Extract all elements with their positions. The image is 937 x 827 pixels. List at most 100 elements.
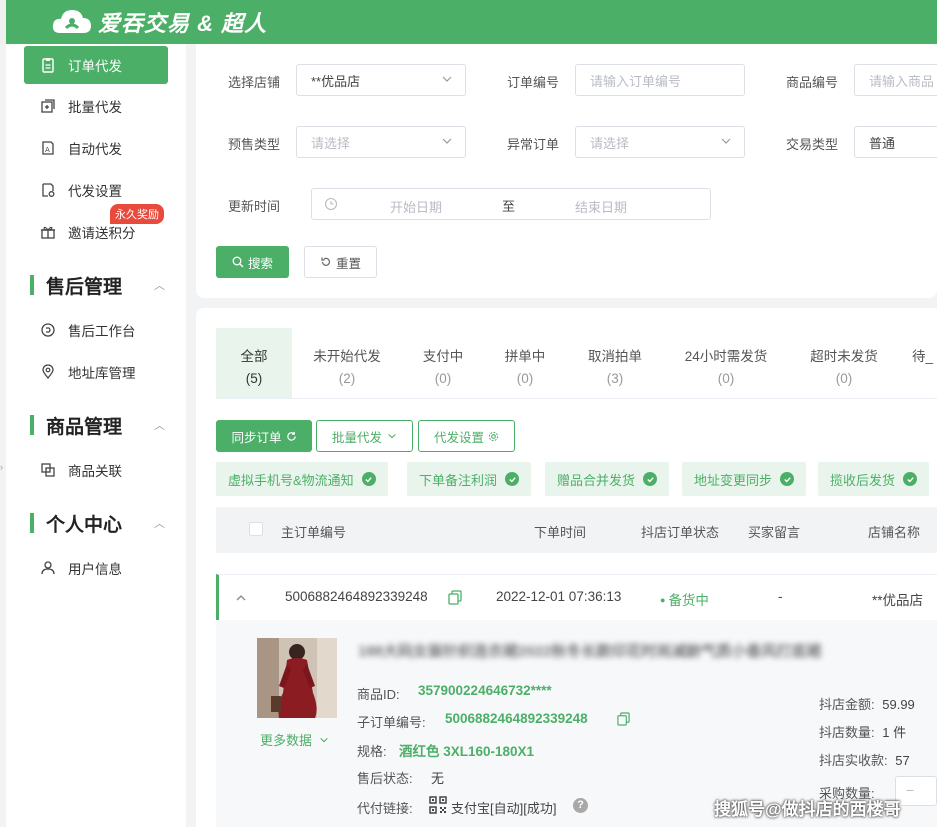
chip-ship-after-pickup[interactable]: 揽收后发货 — [818, 462, 930, 496]
order-no-placeholder: 请输入订单编号 — [590, 73, 682, 89]
tab-count: (2) — [338, 371, 356, 386]
product-title-blurred: 188大码女装针织连衣裙2022秋冬长款印花时尚减龄气质小香风打底裙 — [358, 643, 822, 660]
spec-value: 酒红色 3XL160-180X1 — [399, 744, 535, 759]
sidebar-item-order-dropship[interactable]: 订单代发 — [24, 46, 168, 84]
sidebar-item-auto-dropship[interactable]: A 自动代发 — [24, 129, 168, 167]
tab-overdue[interactable]: 超时未发货 (0) — [802, 328, 886, 398]
qr-code-icon[interactable] — [429, 796, 447, 814]
chevron-up-icon[interactable] — [235, 592, 247, 604]
chevron-up-icon[interactable]: ︿ — [154, 417, 165, 433]
copy-icon[interactable] — [617, 712, 630, 726]
check-circle-icon — [361, 472, 376, 486]
chip-order-note-profit[interactable]: 下单备注利润 — [407, 462, 532, 496]
tab-group-buying[interactable]: 拼单中 (0) — [492, 328, 558, 398]
section-personal-center[interactable]: 个人中心 — [30, 511, 123, 536]
sync-orders-button[interactable]: 同步订单 — [216, 420, 312, 452]
tab-pending[interactable]: 待_ — [912, 328, 937, 398]
tab-label: 24小时需发货 — [684, 349, 768, 364]
tab-cancelled[interactable]: 取消拍单 (3) — [580, 328, 650, 398]
collapse-arrow-icon[interactable]: › — [0, 462, 3, 472]
section-after-sales[interactable]: 售后管理 — [30, 273, 123, 298]
update-time-label: 更新时间 — [228, 199, 281, 214]
batch-dropship-label: 批量代发 — [331, 430, 382, 445]
sidebar-item-user-info[interactable]: 用户信息 — [24, 549, 168, 587]
clock-icon — [324, 197, 338, 211]
help-icon[interactable]: ? — [573, 798, 588, 813]
more-data-link[interactable]: 更多数据 — [260, 730, 329, 749]
link-icon — [40, 462, 56, 478]
tab-label: 全部 — [240, 349, 268, 364]
tab-ship-24h[interactable]: 24小时需发货 (0) — [674, 328, 778, 398]
reset-button[interactable]: 重置 — [304, 246, 377, 278]
chip-address-sync[interactable]: 地址变更同步 — [682, 462, 807, 496]
sidebar-item-label: 售后工作台 — [68, 324, 136, 339]
batch-dropship-button[interactable]: 批量代发 — [316, 420, 413, 452]
brand-logo[interactable]: 爱吞交易 & 超人 — [50, 4, 267, 40]
trade-type-label: 交易类型 — [786, 137, 839, 152]
tab-paying[interactable]: 支付中 (0) — [410, 328, 476, 398]
section-product-management[interactable]: 商品管理 — [30, 413, 123, 438]
qty-label: 抖店数量: — [819, 725, 875, 740]
copy-icon[interactable] — [448, 590, 462, 605]
table-row[interactable]: 5006882464892339248 2022-12-01 07:36:13 … — [216, 574, 937, 620]
product-no-input[interactable]: 请输入商品 — [854, 64, 937, 96]
order-no-input[interactable]: 请输入订单编号 — [575, 64, 745, 96]
tab-all[interactable]: 全部 (5) — [216, 328, 292, 398]
chevron-up-icon[interactable]: ︿ — [154, 277, 165, 293]
tab-count: (3) — [606, 371, 624, 386]
purchase-qty-stepper[interactable]: − — [895, 776, 937, 806]
sidebar-item-label: 邀请送积分 — [68, 226, 136, 241]
pay-link-value[interactable]: 支付宝[自动][成功] — [451, 798, 556, 817]
amount-row: 抖店金额: 59.99 — [819, 694, 915, 713]
order-store: **优品店 — [872, 593, 924, 608]
abnormal-placeholder: 请选择 — [590, 135, 630, 151]
sub-order-label: 子订单编号: — [357, 715, 426, 730]
dropship-settings-button[interactable]: 代发设置 — [418, 420, 515, 452]
chip-virtual-phone[interactable]: 虚拟手机号&物流通知 — [216, 462, 388, 496]
svg-text:A: A — [45, 146, 50, 154]
chevron-down-icon — [442, 76, 452, 82]
col-main-order-no: 主订单编号 — [281, 525, 347, 540]
trade-type-value: 普通 — [869, 135, 896, 151]
col-buyer-note: 买家留言 — [748, 525, 801, 540]
reset-icon — [321, 257, 331, 266]
abnormal-select[interactable]: 请选择 — [575, 126, 745, 158]
presale-select[interactable]: 请选择 — [296, 126, 466, 158]
search-button[interactable]: 搜索 — [216, 246, 289, 278]
sidebar-item-after-sales-workbench[interactable]: 售后工作台 — [24, 311, 168, 349]
received-value: 57 — [895, 753, 910, 768]
brand-name: 爱吞交易 & 超人 — [98, 11, 268, 36]
tab-not-started[interactable]: 未开始代发 (2) — [306, 328, 388, 398]
reset-button-label: 重置 — [335, 256, 361, 271]
settings-doc-icon — [40, 182, 56, 198]
sidebar-item-invite-points[interactable]: 邀请送积分 — [24, 213, 168, 251]
chip-label: 下单备注利润 — [419, 472, 498, 488]
select-all-checkbox[interactable] — [249, 522, 263, 536]
order-status-text: 备货中 — [668, 593, 709, 608]
sidebar: 订单代发 批量代发 A 自动代发 代发设置 永久奖励 邀请送积分 售后管理 ︿ … — [6, 44, 186, 827]
sidebar-item-label: 批量代发 — [68, 100, 122, 115]
minus-icon[interactable]: − — [906, 782, 914, 798]
cloud-logo-icon — [50, 7, 94, 37]
chip-label: 揽收后发货 — [830, 472, 896, 488]
section-title-text: 售后管理 — [46, 276, 123, 298]
sidebar-item-product-link[interactable]: 商品关联 — [24, 451, 168, 489]
section-title-text: 个人中心 — [46, 514, 123, 536]
start-date-input[interactable]: 开始日期 — [390, 197, 442, 216]
trade-type-select[interactable]: 普通 — [854, 126, 937, 158]
product-thumbnail[interactable] — [257, 638, 337, 718]
order-id: 5006882464892339248 — [285, 589, 428, 604]
tab-count: (0) — [434, 371, 452, 386]
chevron-up-icon[interactable]: ︿ — [154, 515, 165, 531]
end-date-input[interactable]: 结束日期 — [575, 197, 627, 216]
chip-gift-merge[interactable]: 赠品合并发货 — [545, 462, 670, 496]
date-range-picker[interactable]: 开始日期 至 结束日期 — [311, 188, 711, 220]
sidebar-item-batch-dropship[interactable]: 批量代发 — [24, 87, 168, 125]
tab-label: 超时未发货 — [810, 349, 878, 364]
chevron-down-icon — [388, 433, 396, 439]
section-title-text: 商品管理 — [46, 416, 123, 438]
store-select[interactable]: **优品店 — [296, 64, 466, 96]
order-list-panel: 全部 (5) 未开始代发 (2) 支付中 (0) 拼单中 (0) 取消拍单 (3) 24小… — [196, 308, 937, 827]
table-header: 主订单编号 下单时间 抖店订单状态 买家留言 店铺名称 — [216, 507, 937, 553]
sidebar-item-address-library[interactable]: 地址库管理 — [24, 353, 168, 391]
